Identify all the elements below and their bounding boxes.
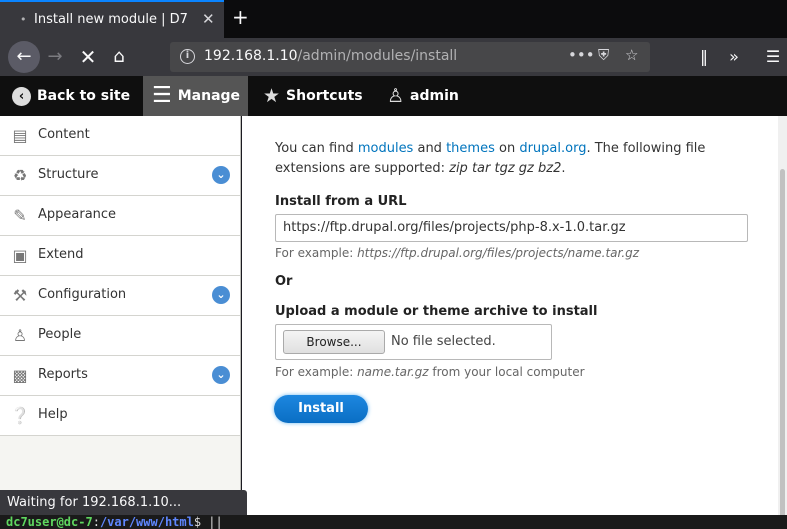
- scrollbar-thumb[interactable]: [780, 169, 785, 529]
- sidebar-item-structure[interactable]: ♻ Structure ⌄: [0, 156, 240, 196]
- terminal-prompt: dc7user@dc-7:/var/www/html$ ||: [0, 515, 787, 529]
- user-tab[interactable]: ♙ admin: [387, 76, 459, 116]
- chevron-down-icon[interactable]: ⌄: [212, 166, 230, 184]
- terminal-prompt-symbol: $ ||: [193, 515, 223, 529]
- intro-text: You can find modules and themes on drupa…: [275, 139, 745, 179]
- hamburger-menu-icon[interactable]: ☰: [759, 43, 787, 71]
- bookmark-star-icon[interactable]: ☆: [625, 46, 638, 64]
- intro-and: and: [413, 141, 447, 156]
- url-example-value: https://ftp.drupal.org/files/projects/na…: [357, 246, 640, 260]
- url-example-prefix: For example:: [275, 246, 358, 260]
- bar-chart-icon: ▩: [12, 366, 28, 385]
- back-to-site-link[interactable]: ‹ Back to site: [12, 76, 130, 116]
- info-icon[interactable]: i: [180, 49, 195, 64]
- sidebar-item-content[interactable]: ▤ Content: [0, 116, 240, 156]
- upload-example-prefix: For example:: [275, 365, 358, 379]
- url-host: 192.168.1.10: [204, 48, 298, 64]
- page-scrollbar[interactable]: [778, 116, 787, 529]
- sidebar-item-configuration[interactable]: ⚒ Configuration ⌄: [0, 276, 240, 316]
- puzzle-icon: ▣: [12, 246, 28, 265]
- home-icon[interactable]: ⌂: [105, 43, 133, 71]
- help-icon: ❔: [10, 406, 30, 425]
- document-icon: ▤: [12, 126, 28, 145]
- paintbrush-icon: ✎: [13, 206, 27, 225]
- person-icon: ♙: [387, 85, 405, 107]
- sidebar-item-label: People: [38, 327, 82, 342]
- install-url-input[interactable]: https://ftp.drupal.org/files/projects/ph…: [275, 214, 748, 242]
- themes-link[interactable]: themes: [446, 141, 495, 156]
- loading-dot-icon: •: [20, 13, 27, 26]
- back-to-site-label: Back to site: [37, 88, 131, 104]
- stop-icon[interactable]: ✕: [74, 43, 102, 71]
- intro-end: .: [561, 161, 566, 176]
- back-arrow-icon[interactable]: ←: [8, 41, 40, 73]
- sidebar-item-label: Content: [38, 127, 90, 142]
- tab-title: Install new module | D7: [34, 12, 188, 27]
- library-icon[interactable]: ‖: [690, 43, 718, 71]
- tab-strip: • Install new module | D7 ✕ +: [0, 0, 787, 38]
- sidebar-item-people[interactable]: ♙ People: [0, 316, 240, 356]
- terminal-path: /var/www/html: [99, 515, 194, 529]
- forward-arrow-icon[interactable]: →: [41, 43, 69, 71]
- shortcuts-label: Shortcuts: [286, 88, 363, 104]
- url-example-text: For example: https://ftp.drupal.org/file…: [275, 246, 639, 260]
- chevron-down-icon[interactable]: ⌄: [212, 366, 230, 384]
- sidebar-item-appearance[interactable]: ✎ Appearance: [0, 196, 240, 236]
- back-chevron-icon: ‹: [12, 86, 31, 106]
- no-file-text: No file selected.: [391, 334, 496, 349]
- pocket-icon[interactable]: ⛨: [598, 46, 609, 64]
- sidebar-item-label: Appearance: [38, 207, 117, 222]
- sidebar-item-label: Reports: [38, 367, 88, 382]
- wrench-icon: ⚒: [12, 286, 28, 305]
- sidebar-item-label: Extend: [38, 247, 84, 262]
- upload-label: Upload a module or theme archive to inst…: [275, 304, 598, 319]
- person-icon: ♙: [12, 326, 28, 345]
- drupal-org-link[interactable]: drupal.org: [519, 141, 586, 156]
- upload-example-value: name.tar.gz: [357, 365, 429, 379]
- terminal-sep: :: [92, 515, 100, 529]
- upload-example-text: For example: name.tar.gz from your local…: [275, 365, 585, 379]
- address-bar[interactable]: i 192.168.1.10/admin/modules/install •••…: [170, 42, 650, 72]
- new-tab-button[interactable]: +: [232, 5, 249, 29]
- sidebar-item-extend[interactable]: ▣ Extend: [0, 236, 240, 276]
- url-path: /admin/modules/install: [297, 48, 458, 64]
- or-label: Or: [275, 274, 293, 289]
- chevron-down-icon[interactable]: ⌄: [212, 286, 230, 304]
- tab-close-icon[interactable]: ✕: [202, 10, 215, 28]
- overflow-chevron-icon[interactable]: »: [720, 43, 748, 71]
- sidebar-item-help[interactable]: ❔ Help: [0, 396, 240, 436]
- manage-tab[interactable]: ☰ Manage: [143, 76, 248, 116]
- browser-tab[interactable]: • Install new module | D7 ✕: [0, 0, 224, 38]
- install-button[interactable]: Install: [274, 395, 368, 423]
- sidebar-item-reports[interactable]: ▩ Reports ⌄: [0, 356, 240, 396]
- main-content: You can find modules and themes on drupa…: [242, 116, 778, 529]
- extensions-list: zip tar tgz gz bz2: [449, 161, 562, 176]
- user-label: admin: [410, 88, 459, 104]
- terminal-user: dc7user@dc-7: [6, 515, 93, 529]
- url-text[interactable]: 192.168.1.10/admin/modules/install: [204, 48, 457, 64]
- browse-button[interactable]: Browse...: [283, 330, 385, 354]
- shortcuts-tab[interactable]: ★ Shortcuts: [263, 76, 363, 116]
- upload-example-suffix: from your local computer: [428, 365, 585, 379]
- sidebar-item-label: Configuration: [38, 287, 127, 302]
- manage-label: Manage: [177, 88, 241, 104]
- modules-link[interactable]: modules: [358, 141, 414, 156]
- hamburger-icon: ☰: [152, 83, 172, 108]
- intro-on: on: [494, 141, 520, 156]
- install-url-label: Install from a URL: [275, 194, 407, 209]
- sidebar-item-label: Help: [38, 407, 68, 422]
- admin-toolbar: ‹ Back to site ☰ Manage ★ Shortcuts ♙ admin: [0, 76, 787, 116]
- sidebar-item-label: Structure: [38, 167, 99, 182]
- admin-sidebar: ▤ Content ♻ Structure ⌄ ✎ Appearance ▣ E…: [0, 116, 241, 529]
- intro-prefix: You can find: [275, 141, 358, 156]
- loading-status: Waiting for 192.168.1.10...: [0, 490, 247, 515]
- sitemap-icon: ♻: [12, 166, 28, 185]
- navigation-bar: ← → ✕ ⌂ i 192.168.1.10/admin/modules/ins…: [0, 38, 787, 76]
- page-actions-icon[interactable]: •••: [568, 46, 595, 64]
- file-upload-field[interactable]: Browse... No file selected.: [275, 324, 552, 360]
- star-icon: ★: [263, 85, 281, 107]
